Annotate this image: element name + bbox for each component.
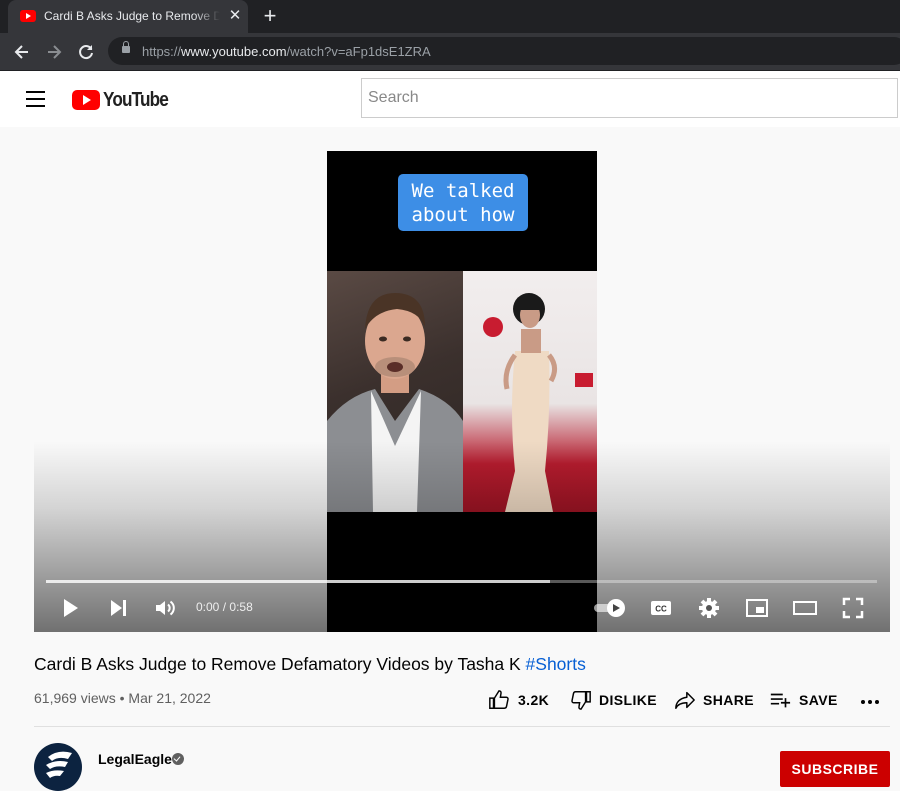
search-input[interactable]: [361, 78, 898, 118]
youtube-play-logo-icon: [72, 90, 100, 110]
time-display: 0:00 / 0:58: [196, 600, 253, 614]
video-player[interactable]: We talked about how 0:00 / 0:58 CC: [34, 151, 890, 632]
progress-buffered: [46, 580, 551, 583]
caption-line: We talked: [411, 180, 515, 202]
video-meta: 61,969 views • Mar 21, 2022: [34, 690, 211, 706]
next-icon[interactable]: [106, 596, 130, 620]
share-arrow-icon: [675, 691, 695, 709]
close-tab-icon[interactable]: ✕: [226, 7, 244, 25]
youtube-favicon-icon: [20, 10, 36, 22]
closed-captions-icon[interactable]: CC: [649, 596, 673, 620]
theater-mode-icon[interactable]: [793, 596, 817, 620]
time-duration: 0:58: [229, 600, 253, 614]
thumbs-up-icon: [489, 690, 509, 709]
svg-text:CC: CC: [655, 605, 667, 614]
url-path: /watch?v=aFp1dsE1ZRA: [286, 44, 431, 59]
view-count: 61,969 views: [34, 690, 116, 706]
video-caption: We talked about how: [398, 174, 528, 231]
browser-tab-bar: Cardi B Asks Judge to Remove Defamatory …: [0, 0, 900, 33]
forward-arrow-icon[interactable]: [44, 42, 64, 62]
share-label: SHARE: [703, 692, 755, 708]
time-current: 0:00: [196, 600, 220, 614]
browser-toolbar: https://www.youtube.com/watch?v=aFp1dsE1…: [0, 33, 900, 71]
video-title: Cardi B Asks Judge to Remove Defamatory …: [34, 654, 586, 675]
dislike-button[interactable]: DISLIKE: [570, 687, 660, 713]
progress-bar[interactable]: [46, 580, 877, 583]
volume-icon[interactable]: [153, 596, 177, 620]
miniplayer-icon[interactable]: [745, 596, 769, 620]
url-text[interactable]: https://www.youtube.com/watch?v=aFp1dsE1…: [142, 44, 431, 59]
reload-icon[interactable]: [76, 42, 96, 62]
meta-separator: •: [119, 690, 125, 706]
dislike-label: DISLIKE: [599, 692, 658, 708]
verified-badge-icon: [172, 753, 184, 765]
url-host: www.youtube.com: [181, 44, 287, 59]
time-separator: /: [222, 600, 227, 614]
url-scheme: https://: [142, 44, 182, 59]
logo-text: YouTube: [103, 89, 169, 111]
hashtag-link[interactable]: #Shorts: [526, 654, 586, 674]
channel-logo-icon: [46, 751, 72, 778]
play-icon[interactable]: [58, 596, 82, 620]
save-label: SAVE: [799, 692, 838, 708]
lock-icon[interactable]: [122, 41, 130, 53]
hamburger-menu-icon[interactable]: [26, 91, 46, 107]
video-title-text: Cardi B Asks Judge to Remove Defamatory …: [34, 654, 526, 674]
fullscreen-icon[interactable]: [841, 596, 865, 620]
like-count: 3.2K: [518, 692, 550, 708]
section-divider: [34, 726, 890, 727]
channel-name[interactable]: LegalEagle: [98, 751, 172, 767]
new-tab-icon[interactable]: +: [260, 5, 280, 27]
autoplay-toggle[interactable]: [592, 596, 630, 620]
back-arrow-icon[interactable]: [12, 42, 32, 62]
browser-tab[interactable]: Cardi B Asks Judge to Remove Defamatory …: [8, 0, 248, 33]
address-bar[interactable]: https://www.youtube.com/watch?v=aFp1dsE1…: [108, 37, 900, 65]
like-button[interactable]: 3.2K: [488, 687, 552, 713]
settings-gear-icon[interactable]: [697, 596, 721, 620]
tab-title: Cardi B Asks Judge to Remove Defamatory …: [44, 9, 220, 23]
more-actions-icon[interactable]: [860, 690, 880, 710]
thumbs-down-icon: [571, 691, 591, 710]
add-to-playlist-icon: [770, 693, 791, 708]
save-button[interactable]: SAVE: [769, 687, 839, 713]
share-button[interactable]: SHARE: [673, 687, 755, 713]
subscribe-button[interactable]: SUBSCRIBE: [780, 751, 890, 787]
youtube-masthead: YouTube: [0, 71, 900, 127]
channel-avatar[interactable]: [34, 743, 82, 791]
upload-date: Mar 21, 2022: [128, 690, 211, 706]
caption-line: about how: [411, 204, 515, 226]
